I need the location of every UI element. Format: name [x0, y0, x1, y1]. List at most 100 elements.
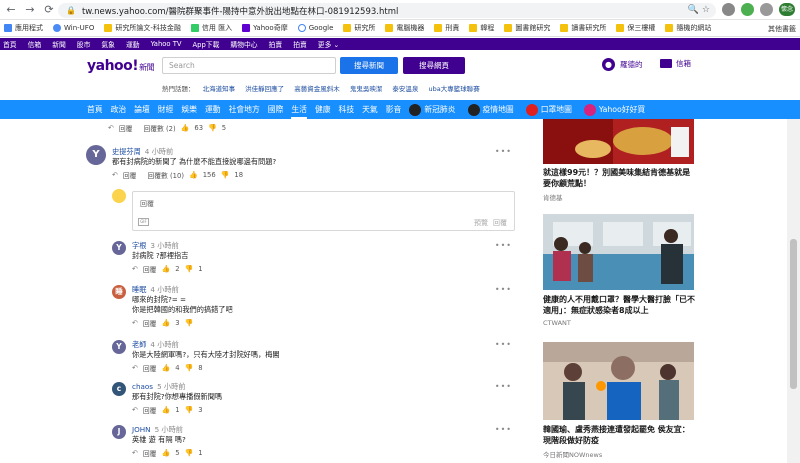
reload-icon[interactable]: ⟳ [41, 2, 57, 18]
replies-count[interactable]: 回覆數 (2) [143, 123, 175, 133]
replies-count[interactable]: 回覆數 (10) [147, 170, 184, 180]
extension-icon[interactable] [741, 3, 754, 16]
thumbs-down-icon[interactable]: 👎 [185, 364, 194, 372]
reply-input[interactable]: 回覆 GIF 預覽 回覆 [132, 191, 515, 231]
preview-button[interactable]: 預覽 [474, 218, 488, 228]
bookmark[interactable]: Win-UFO [53, 24, 94, 32]
article-title[interactable]: 韓國瑜、盧秀燕接連遭發起罷免 侯友宜：現階段做好防疫 [543, 425, 695, 446]
bookmark[interactable]: Yahoo奇摩 [242, 23, 288, 33]
tab-sports[interactable]: 運動 [205, 100, 221, 119]
ynav-item[interactable]: 信箱 [28, 39, 42, 49]
gif-icon[interactable]: GIF [138, 218, 149, 226]
ynav-item[interactable]: 氣象 [101, 39, 115, 49]
ynav-item[interactable]: 首頁 [3, 39, 17, 49]
more-options-icon[interactable]: ••• [495, 425, 512, 434]
more-options-icon[interactable]: ••• [495, 340, 512, 349]
article-image[interactable] [543, 342, 694, 420]
tab-tech[interactable]: 科技 [339, 100, 355, 119]
ynav-item[interactable]: 拍賣 [269, 39, 283, 49]
thumbs-down-icon[interactable]: 👎 [208, 124, 217, 132]
comment-author[interactable]: 史提芬周 4 小時前 [112, 147, 173, 157]
search-web-button[interactable]: 搜尋網頁 [403, 57, 465, 74]
scrollbar[interactable] [787, 119, 800, 463]
tab-politics[interactable]: 政治 [111, 100, 127, 119]
tab-international[interactable]: 國際 [268, 100, 284, 119]
tab-health[interactable]: 健康 [315, 100, 331, 119]
comment-author[interactable]: 睡眠 4 小時前 [132, 285, 179, 295]
bookmark-apps[interactable]: 應用程式 [4, 23, 43, 33]
user-menu[interactable]: ● 羅德的 [602, 58, 643, 71]
tab-society[interactable]: 社會地方 [229, 100, 260, 119]
article-image[interactable] [543, 214, 694, 290]
yahoo-logo[interactable]: yahoo!新聞 [87, 58, 155, 74]
more-options-icon[interactable]: ••• [495, 382, 512, 391]
send-reply-button[interactable]: 回覆 [493, 218, 507, 228]
bookmark[interactable]: Google [297, 24, 333, 32]
reply-button[interactable]: 回覆 [143, 405, 157, 415]
profile-avatar[interactable]: 懷念 [779, 3, 795, 16]
tab-life[interactable]: 生活 [291, 100, 307, 119]
chip-mask[interactable]: 口罩地圖 [525, 103, 572, 116]
reply-button[interactable]: 回覆 [123, 170, 137, 180]
trending-link[interactable]: uba大專籃球聯賽 [428, 85, 479, 93]
article-title[interactable]: 健康的人不用戴口罩？醫學大醫打臉「已不適用」：無症狀感染者8成以上 [543, 295, 695, 316]
search-news-button[interactable]: 搜尋新聞 [340, 57, 398, 74]
tab-home[interactable]: 首頁 [87, 100, 103, 119]
scrollbar-thumb[interactable] [790, 239, 797, 389]
address-bar[interactable]: 🔒 tw.news.yahoo.com/醫院群聚事件-陽持中意外說出地點在林口-… [58, 3, 716, 18]
forward-icon[interactable]: → [22, 2, 38, 18]
bookmark[interactable]: 韓程 [469, 23, 494, 33]
more-options-icon[interactable]: ••• [495, 241, 512, 250]
thumbs-down-icon[interactable]: 👎 [185, 319, 194, 327]
bookmark-star-icon[interactable]: 🔍 ☆ [688, 3, 710, 18]
chip-shopping[interactable]: Yahoo好好買 [583, 103, 645, 116]
trending-link[interactable]: 洪佳靜回應了 [245, 85, 284, 93]
ad-image[interactable] [543, 119, 694, 164]
thumbs-down-icon[interactable]: 👎 [185, 265, 194, 273]
bookmark[interactable]: 隨機的網站 [665, 23, 711, 33]
chip-covid[interactable]: 新冠肺炎 [409, 103, 456, 116]
extension-icon[interactable] [722, 3, 735, 16]
ynav-item[interactable]: 股市 [77, 39, 91, 49]
other-bookmarks[interactable]: 其他書籤 [768, 24, 796, 34]
tab-video[interactable]: 影音 [386, 100, 402, 119]
bookmark[interactable]: 保三樓權 [616, 23, 655, 33]
reply-button[interactable]: 回覆 [143, 264, 157, 274]
comment-author[interactable]: 老師 4 小時前 [132, 340, 179, 350]
bookmark[interactable]: 讀書研究所 [560, 23, 606, 33]
ynav-item[interactable]: App下載 [193, 39, 220, 49]
thumbs-up-icon[interactable]: 👍 [189, 171, 198, 179]
more-options-icon[interactable]: ••• [495, 147, 512, 156]
tab-forum[interactable]: 論壇 [134, 100, 150, 119]
trending-link[interactable]: 泰安溫泉 [392, 85, 418, 93]
trending-link[interactable]: 高藝資金風斜木 [294, 85, 340, 93]
bookmark[interactable]: 研究所 [343, 23, 375, 33]
bookmark[interactable]: 研究所論文-科技金融 [104, 23, 181, 33]
trending-link[interactable]: 北海道知事 [203, 85, 236, 93]
ynav-item[interactable]: 新聞 [52, 39, 66, 49]
ynav-item[interactable]: 運動 [126, 39, 140, 49]
thumbs-down-icon[interactable]: 👎 [221, 171, 230, 179]
bookmark[interactable]: 電腦機器 [385, 23, 424, 33]
thumbs-up-icon[interactable]: 👍 [161, 364, 170, 372]
thumbs-up-icon[interactable]: 👍 [161, 449, 170, 457]
more-options-icon[interactable]: ••• [495, 285, 512, 294]
reply-button[interactable]: 回覆 [143, 363, 157, 373]
article-title[interactable]: 就這樣99元！？別國美味集結肯德基就是要你顧荒點！ [543, 168, 695, 189]
thumbs-up-icon[interactable]: 👍 [161, 406, 170, 414]
bookmark[interactable]: 信用 匯入 [190, 23, 232, 33]
comment-author[interactable]: 字根 3 小時前 [132, 241, 179, 251]
reply-button[interactable]: 回覆 [119, 123, 133, 133]
thumbs-up-icon[interactable]: 👍 [181, 124, 190, 132]
thumbs-up-icon[interactable]: 👍 [161, 265, 170, 273]
search-input[interactable]: Search [162, 57, 336, 74]
ynav-more[interactable]: 更多 ⌄ [318, 39, 339, 49]
thumbs-up-icon[interactable]: 👍 [161, 319, 170, 327]
comment-author[interactable]: JOHN 5 小時前 [132, 425, 183, 435]
back-icon[interactable]: ← [3, 2, 19, 18]
bookmark[interactable]: 刑責 [434, 23, 459, 33]
reply-button[interactable]: 回覆 [143, 318, 157, 328]
thumbs-down-icon[interactable]: 👎 [185, 406, 194, 414]
bookmark[interactable]: 圖書館研究 [504, 23, 550, 33]
reply-button[interactable]: 回覆 [143, 448, 157, 458]
